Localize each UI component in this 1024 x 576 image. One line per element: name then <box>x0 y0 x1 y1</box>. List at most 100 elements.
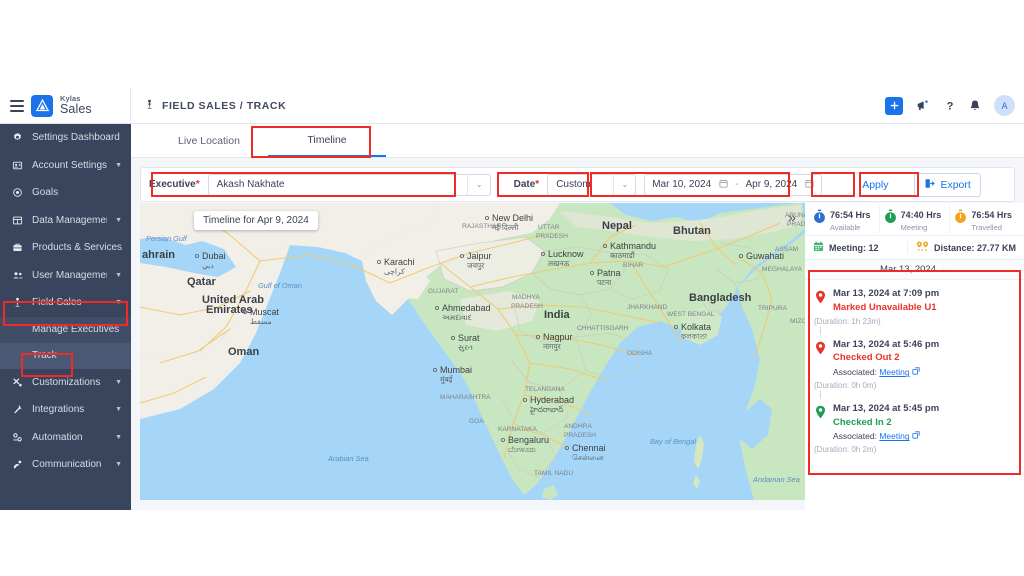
timeline-entry-body: Mar 13, 2024 at 5:45 pm Checked In 2 Ass… <box>833 403 1016 443</box>
sidebar-item-settings-dashboard[interactable]: Settings Dashboard <box>0 124 131 152</box>
tab-live-location[interactable]: Live Location <box>150 124 268 157</box>
sidebar-item-user-management[interactable]: User Management ▼ <box>0 262 131 290</box>
breadcrumb-text: FIELD SALES / TRACK <box>162 100 286 112</box>
stat-text: 74:40 Hrs Meeting <box>901 205 942 232</box>
route-icon <box>916 241 929 254</box>
timeline-entry-body: Mar 13, 2024 at 7:09 pm Marked Unavailab… <box>833 288 1016 315</box>
sidebar-item-products-services[interactable]: Products & Services <box>0 234 131 262</box>
external-link-icon[interactable] <box>912 367 920 377</box>
calendar-icon <box>719 179 728 191</box>
sidebar-item-integrations[interactable]: Integrations ▼ <box>0 396 131 424</box>
chevron-double-right-icon[interactable]: » <box>784 209 800 225</box>
briefcase-icon <box>11 242 24 253</box>
stat-meeting-count: Meeting: 12 <box>813 241 907 254</box>
sidebar-item-goals[interactable]: Goals <box>0 179 131 207</box>
tab-timeline[interactable]: Timeline <box>268 124 386 157</box>
date-range-picker[interactable]: Mar 10, 2024 - Apr 9, 2024 <box>644 174 822 196</box>
timeline-entry[interactable]: Mar 13, 2024 at 5:45 pm Checked In 2 Ass… <box>805 399 1024 443</box>
timeline-entry-body: Mar 13, 2024 at 5:46 pm Checked Out 2 As… <box>833 339 1016 379</box>
export-icon <box>924 178 935 192</box>
topbar-actions: ? A <box>885 95 1024 116</box>
sidebar-item-automation[interactable]: Automation ▼ <box>0 424 131 452</box>
plus-icon[interactable] <box>885 97 903 115</box>
date-mode-value: Custom <box>556 179 590 190</box>
map-canvas[interactable]: Timeline for Apr 9, 2024 » QatarUnited A… <box>140 203 805 500</box>
timeline-entry-time: Mar 13, 2024 at 5:45 pm <box>833 403 1016 416</box>
stat-meeting-hours: 74:40 Hrs Meeting <box>879 205 950 232</box>
timeline-entry[interactable]: Mar 13, 2024 at 7:09 pm Marked Unavailab… <box>805 284 1024 315</box>
target-icon <box>11 187 24 198</box>
tab-bar: Live Location Timeline <box>131 124 1024 158</box>
export-label: Export <box>940 179 970 191</box>
chevron-down-icon: ⌄ <box>467 175 485 195</box>
date-to[interactable]: Apr 9, 2024 <box>738 179 821 191</box>
stats-row: 76:54 Hrs Available 74:40 Hrs Meeting <box>805 203 1024 236</box>
executive-select[interactable]: Akash Nakhate ⌄ <box>208 174 491 196</box>
stat-distance: Distance: 27.77 KM <box>907 241 1016 254</box>
sidebar-item-customizations[interactable]: Customizations ▼ <box>0 369 131 397</box>
date-to-value: Apr 9, 2024 <box>745 179 797 190</box>
sidebar-item-label: Field Sales <box>32 297 81 308</box>
map-timeline-chip: Timeline for Apr 9, 2024 <box>194 211 318 230</box>
satellite-icon <box>11 459 24 470</box>
chevron-down-icon: ▼ <box>115 217 122 224</box>
apply-button[interactable]: Apply <box>851 174 899 196</box>
stopwatch-icon <box>813 209 826 229</box>
question-mark-icon[interactable]: ? <box>944 99 956 112</box>
chevron-down-icon: ▼ <box>115 379 122 386</box>
kylas-logo-icon[interactable] <box>31 95 53 117</box>
sidebar-item-label: Integrations <box>32 404 84 415</box>
stat-value: 76:54 Hrs <box>971 210 1012 220</box>
timeline-connector <box>805 326 1024 335</box>
associated-link[interactable]: Meeting <box>879 431 909 441</box>
timeline-entry-status: Marked Unavailable U1 <box>833 302 1016 315</box>
sidebar-subitem-label: Track <box>32 350 57 361</box>
sidebar-item-label: Products & Services <box>32 242 122 253</box>
avatar-initial: A <box>1001 101 1007 111</box>
app-root: Kylas Sales FIELD SALES / TRACK <box>0 0 1024 576</box>
timeline-day-header[interactable]: Mar 13, 2024 ⌄ <box>805 260 1024 280</box>
export-button[interactable]: Export <box>914 173 980 197</box>
sidebar-item-communication[interactable]: Communication ▼ <box>0 451 131 479</box>
megaphone-icon[interactable] <box>916 99 931 112</box>
plug-icon <box>11 404 24 415</box>
stat-label: Meeting: 12 <box>829 243 879 253</box>
associated-prefix: Associated: <box>833 367 877 377</box>
tools-icon <box>11 377 24 388</box>
bell-icon[interactable] <box>969 99 981 112</box>
users-icon <box>11 270 24 281</box>
timeline-entry-time: Mar 13, 2024 at 5:46 pm <box>833 339 1016 352</box>
external-link-icon[interactable] <box>912 431 920 441</box>
timeline-entry-duration: (Duration: 0h 0m) <box>805 379 1024 390</box>
date-mode-select[interactable]: Custom ⌄ <box>547 174 636 196</box>
executive-value: Akash Nakhate <box>217 179 285 190</box>
stat-value: 76:54 Hrs <box>830 210 871 220</box>
field-sales-icon <box>144 99 155 113</box>
letterbox-top <box>0 0 1024 88</box>
grid-icon <box>11 215 24 226</box>
chevron-down-icon: ⌄ <box>941 264 949 275</box>
field-sales-icon <box>11 297 24 308</box>
date-from[interactable]: Mar 10, 2024 <box>645 179 735 191</box>
sidebar-subitem-manage-executives[interactable]: Manage Executives <box>0 317 131 343</box>
sidebar-item-data-management[interactable]: Data Management ▼ <box>0 207 131 235</box>
sidebar-item-field-sales[interactable]: Field Sales ▼ <box>0 289 131 317</box>
timeline-day-label: Mar 13, 2024 <box>880 264 936 275</box>
executive-label: Executive* <box>149 179 200 190</box>
sidebar-item-label: Customizations <box>32 377 100 388</box>
stopwatch-icon <box>954 209 967 229</box>
sidebar-subitem-track[interactable]: Track <box>0 343 131 369</box>
avatar[interactable]: A <box>994 95 1015 116</box>
chevron-down-icon: ▼ <box>115 406 122 413</box>
sidebar-item-account-settings[interactable]: Account Settings ▼ <box>0 152 131 180</box>
stats-row-secondary: Meeting: 12 Distance: 27.77 KM <box>805 236 1024 260</box>
timeline-entry-associated: Associated: Meeting <box>833 431 1016 442</box>
timeline-entry-associated: Associated: Meeting <box>833 367 1016 378</box>
hamburger-icon[interactable] <box>10 100 24 112</box>
tab-label: Live Location <box>178 135 240 147</box>
associated-link[interactable]: Meeting <box>879 367 909 377</box>
date-label-text: Date <box>514 179 536 190</box>
stat-available: 76:54 Hrs Available <box>809 205 879 232</box>
sidebar-item-label: Settings Dashboard <box>32 132 120 143</box>
timeline-entry[interactable]: Mar 13, 2024 at 5:46 pm Checked Out 2 As… <box>805 335 1024 379</box>
